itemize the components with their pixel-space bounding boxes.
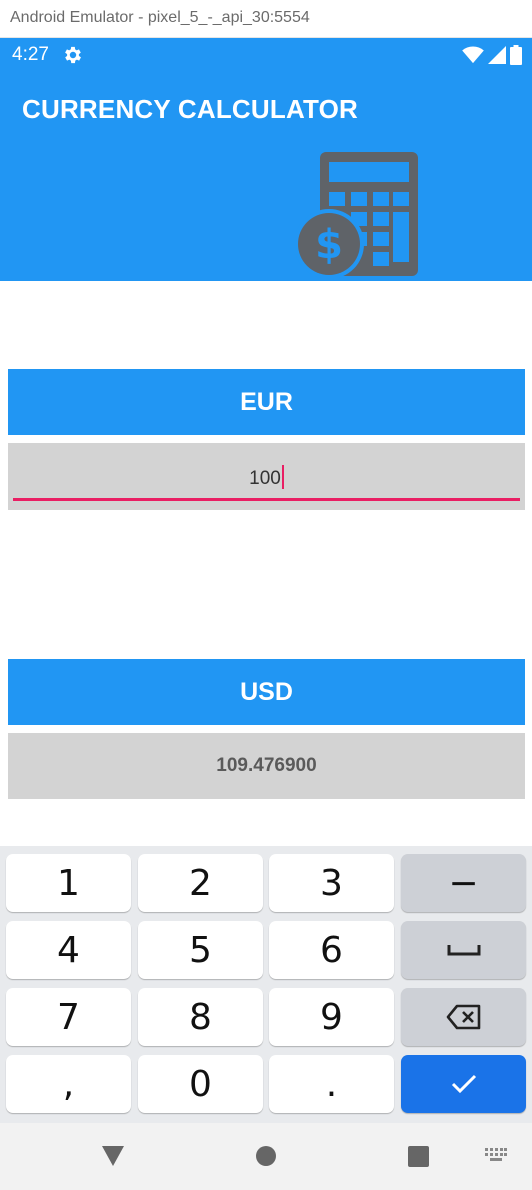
gear-icon xyxy=(65,46,81,64)
text-caret xyxy=(281,465,284,489)
key-9[interactable]: 9 xyxy=(269,988,394,1046)
key-3[interactable]: 3 xyxy=(269,854,394,912)
keyboard-switch-icon[interactable] xyxy=(485,1148,507,1164)
key-6-label: 6 xyxy=(320,929,343,971)
emulator-title-bar: Android Emulator - pixel_5_-_api_30:5554 xyxy=(0,0,532,38)
battery-icon xyxy=(510,45,522,65)
from-currency-text: EUR xyxy=(240,387,293,416)
key-comma[interactable]: , xyxy=(6,1055,131,1113)
navigation-bar xyxy=(0,1123,532,1190)
recents-icon[interactable] xyxy=(408,1146,429,1167)
key-3-label: 3 xyxy=(320,862,343,904)
converted-result: 109.476900 xyxy=(8,733,525,799)
status-icons xyxy=(462,44,522,66)
checkmark-icon xyxy=(451,1074,476,1094)
key-4-label: 4 xyxy=(57,929,80,971)
to-currency-label: USD xyxy=(8,659,525,725)
key-0-label: 0 xyxy=(189,1063,212,1105)
key-2-label: 2 xyxy=(189,862,212,904)
svg-text:$: $ xyxy=(315,222,343,268)
key-1[interactable]: 1 xyxy=(6,854,131,912)
key-7[interactable]: 7 xyxy=(6,988,131,1046)
amount-input-value: 100 xyxy=(8,465,525,490)
key-6[interactable]: 6 xyxy=(269,921,394,979)
key-5-label: 5 xyxy=(189,929,212,971)
key-space[interactable] xyxy=(401,921,526,979)
backspace-icon xyxy=(446,1004,480,1030)
key-5[interactable]: 5 xyxy=(138,921,263,979)
app-title: CURRENCY CALCULATOR xyxy=(22,94,359,124)
status-bar: 4:27 xyxy=(0,38,532,72)
key-1-label: 1 xyxy=(57,862,80,904)
space-icon xyxy=(447,945,480,956)
key-7-label: 7 xyxy=(57,996,80,1038)
key-2[interactable]: 2 xyxy=(138,854,263,912)
home-icon[interactable] xyxy=(255,1145,277,1167)
amount-input[interactable]: 100 xyxy=(8,443,525,510)
app-header: CURRENCY CALCULATOR $ xyxy=(0,72,532,281)
from-currency-label: EUR xyxy=(8,369,525,435)
key-4[interactable]: 4 xyxy=(6,921,131,979)
key-0[interactable]: 0 xyxy=(138,1055,263,1113)
calculator-dollar-icon: $ xyxy=(296,152,418,278)
emulator-title: Android Emulator - pixel_5_-_api_30:5554 xyxy=(10,9,310,26)
key-period[interactable]: . xyxy=(269,1055,394,1113)
amount-input-underline xyxy=(13,498,520,501)
signal-icon xyxy=(488,46,506,64)
wifi-icon xyxy=(462,46,484,64)
key-done[interactable] xyxy=(401,1055,526,1113)
key-backspace[interactable] xyxy=(401,988,526,1046)
key-minus[interactable]: − xyxy=(401,854,526,912)
to-currency-text: USD xyxy=(240,677,293,706)
key-comma-label: , xyxy=(62,1063,75,1105)
key-8[interactable]: 8 xyxy=(138,988,263,1046)
back-icon[interactable] xyxy=(101,1145,125,1167)
amount-value: 100 xyxy=(249,468,281,489)
key-period-label: . xyxy=(325,1063,338,1105)
numeric-keyboard: 1 2 3 − 4 5 6 7 8 9 , 0 . xyxy=(0,846,532,1123)
key-8-label: 8 xyxy=(189,996,212,1038)
key-9-label: 9 xyxy=(320,996,343,1038)
key-minus-label: − xyxy=(448,862,479,904)
status-time: 4:27 xyxy=(12,44,49,65)
converted-value: 109.476900 xyxy=(216,755,317,776)
